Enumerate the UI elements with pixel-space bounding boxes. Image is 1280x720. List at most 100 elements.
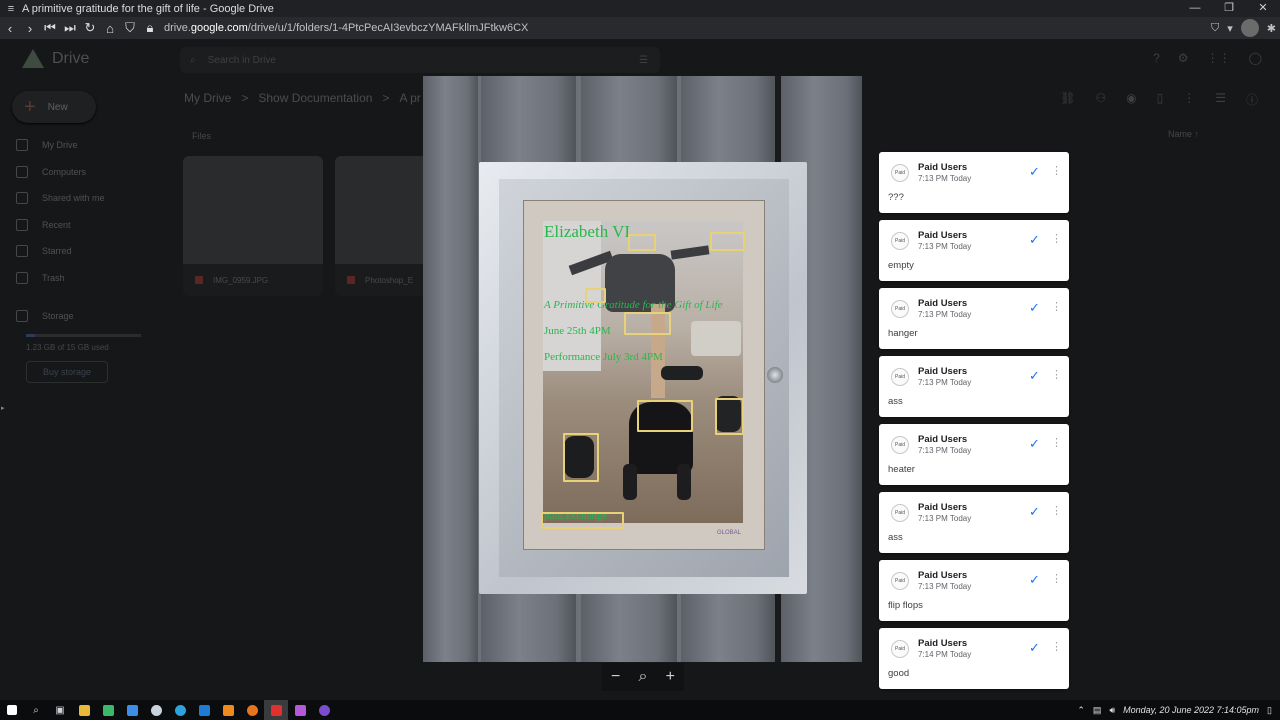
resolve-check-icon[interactable]: ✓ [1029,572,1040,588]
resolve-check-icon[interactable]: ✓ [1029,164,1040,180]
restore-button[interactable]: ❐ [1212,0,1246,17]
sidebar-item-my-drive[interactable]: My Drive [16,139,78,151]
sidebar-item-trash[interactable]: Trash [16,272,65,284]
more-vert-icon[interactable]: ⋮ [1051,164,1062,177]
more-vert-icon[interactable]: ⋮ [1051,368,1062,381]
app-icon[interactable] [312,700,336,720]
annotation-box[interactable] [563,433,599,482]
minimize-button[interactable]: — [1178,0,1212,17]
breadcrumb-my-drive[interactable]: My Drive [184,91,231,105]
home-icon[interactable]: ⌂ [100,21,120,36]
vivaldi-icon[interactable] [264,700,288,720]
breadcrumb-show-documentation[interactable]: Show Documentation [258,91,372,105]
link-icon[interactable]: ⛓ [1060,91,1075,108]
annotation-box[interactable] [541,512,624,529]
vlc-icon[interactable] [216,700,240,720]
skip-forward-icon[interactable]: ⏭ [60,20,80,36]
resolve-check-icon[interactable]: ✓ [1029,300,1040,316]
volume-icon[interactable]: 🔊︎ [1109,705,1115,716]
drive-logo[interactable]: Drive [22,49,89,69]
search-icon[interactable]: ⌕ [24,700,48,720]
steam-icon[interactable] [144,700,168,720]
skip-back-icon[interactable]: ⏮ [40,20,60,36]
annotation-box[interactable] [585,288,606,303]
bookmark-icon[interactable]: ⛉ [1211,22,1219,35]
url-field[interactable]: drive.google.com/drive/u/1/folders/1-4Pt… [164,22,528,34]
annotation-box[interactable] [710,232,745,251]
window-menu-icon[interactable]: ≡ [0,3,22,15]
annotation-box[interactable] [628,234,656,251]
add-person-icon[interactable]: ⚇ [1095,91,1106,108]
tray-arrow-icon[interactable]: ⌃ [1077,705,1085,716]
app-icon[interactable] [288,700,312,720]
network-icon[interactable]: ▤ [1093,705,1102,716]
resolve-check-icon[interactable]: ✓ [1029,504,1040,520]
delete-icon[interactable]: ▯ [1157,91,1164,108]
file-explorer-icon[interactable] [72,700,96,720]
more-vert-icon[interactable]: ⋮ [1051,640,1062,653]
new-button[interactable]: + New [12,91,96,123]
comment-card[interactable]: Paid Paid Users 7:13 PM Today ✓ ⋮ ass [879,492,1069,553]
breadcrumb-current[interactable]: A pr [399,91,420,105]
apps-icon[interactable]: ⋮⋮ [1207,51,1231,65]
zoom-icon[interactable]: ⌕ [639,668,648,686]
comment-card[interactable]: Paid Paid Users 7:13 PM Today ✓ ⋮ flip f… [879,560,1069,621]
resolve-check-icon[interactable]: ✓ [1029,436,1040,452]
expand-panel-icon[interactable]: ▸ [1,404,5,412]
reload-icon[interactable]: ↻ [80,20,100,36]
app-icon[interactable] [96,700,120,720]
more-vert-icon[interactable]: ⋮ [1051,436,1062,449]
shield-icon[interactable]: ⛉ [120,20,140,36]
file-tile[interactable]: IMG_0959.JPG [183,156,323,296]
sidebar-item-storage[interactable]: Storage [16,310,74,322]
telegram-icon[interactable] [168,700,192,720]
comment-card[interactable]: Paid Paid Users 7:13 PM Today ✓ ⋮ heater [879,424,1069,485]
clock[interactable]: Monday, 20 June 2022 7:14:05pm [1123,705,1259,715]
resolve-check-icon[interactable]: ✓ [1029,368,1040,384]
more-vert-icon[interactable]: ⋮ [1051,572,1062,585]
comment-card[interactable]: Paid Paid Users 7:13 PM Today ✓ ⋮ empty [879,220,1069,281]
sidebar-item-shared[interactable]: Shared with me [16,192,105,204]
account-avatar[interactable]: ◯ [1249,51,1262,65]
extensions-icon[interactable]: ✱ [1267,22,1276,35]
vscode-icon[interactable] [192,700,216,720]
windows-start-icon[interactable] [0,700,24,720]
forward-icon[interactable]: › [20,21,40,36]
sidebar-item-starred[interactable]: Starred [16,245,72,257]
more-vert-icon[interactable]: ⋮ [1051,504,1062,517]
close-button[interactable]: ✕ [1246,0,1280,17]
app-icon[interactable] [240,700,264,720]
help-icon[interactable]: ? [1153,51,1160,65]
resolve-check-icon[interactable]: ✓ [1029,640,1040,656]
search-input[interactable]: Search in Drive [208,55,276,66]
search-bar[interactable]: ⌕ Search in Drive ☰ [180,47,660,73]
back-icon[interactable]: ‹ [0,21,20,36]
zoom-in-button[interactable]: + [666,668,675,686]
resolve-check-icon[interactable]: ✓ [1029,232,1040,248]
notification-icon[interactable]: ▯ [1267,705,1272,716]
sidebar-item-computers[interactable]: Computers [16,166,86,178]
task-view-icon[interactable]: ▣ [48,700,72,720]
buy-storage-button[interactable]: Buy storage [26,361,108,383]
store-icon[interactable] [120,700,144,720]
dropdown-icon[interactable]: ▾ [1227,22,1233,35]
more-vert-icon[interactable]: ⋮ [1051,232,1062,245]
settings-icon[interactable]: ⚙ [1178,51,1189,65]
comment-card[interactable]: Paid Paid Users 7:14 PM Today ✓ ⋮ good [879,628,1069,689]
more-vert-icon[interactable]: ⋮ [1051,300,1062,313]
more-icon[interactable]: ⋮ [1183,91,1195,108]
sidebar-item-recent[interactable]: Recent [16,219,71,231]
filter-icon[interactable]: ☰ [639,55,648,66]
zoom-out-button[interactable]: − [611,668,620,686]
annotation-box[interactable] [715,398,744,435]
comment-card[interactable]: Paid Paid Users 7:13 PM Today ✓ ⋮ ??? [879,152,1069,213]
annotation-box[interactable] [637,400,693,432]
comment-card[interactable]: Paid Paid Users 7:13 PM Today ✓ ⋮ hanger [879,288,1069,349]
annotation-box[interactable] [624,312,671,335]
list-view-icon[interactable]: ☰ [1215,91,1226,108]
sort-by-name[interactable]: Name ↑ [1168,129,1199,139]
info-icon[interactable]: ⓘ [1246,91,1258,108]
preview-icon[interactable]: ◉ [1126,91,1136,108]
profile-avatar[interactable] [1240,19,1259,37]
comment-card[interactable]: Paid Paid Users 7:13 PM Today ✓ ⋮ ass [879,356,1069,417]
